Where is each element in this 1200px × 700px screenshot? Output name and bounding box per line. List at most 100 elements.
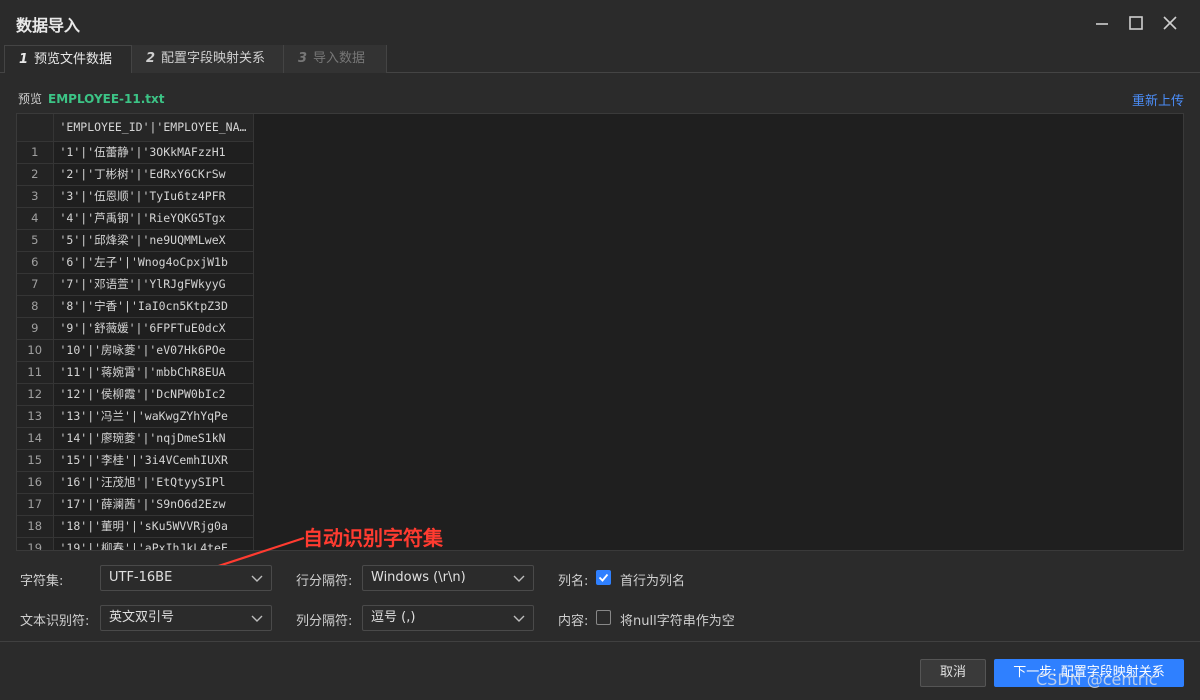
row-cell[interactable]: '9'|'舒薇媛'|'6FPFTuE0dcX xyxy=(52,317,254,340)
null-as-empty-checkbox[interactable] xyxy=(596,610,611,625)
row-cell[interactable]: '10'|'房咏菱'|'eV07Hk6POe xyxy=(52,339,254,362)
maximize-button[interactable] xyxy=(1123,10,1149,36)
table-row[interactable]: 12'12'|'侯柳霞'|'DcNPW0bIc2 xyxy=(17,383,254,406)
minimize-button[interactable] xyxy=(1089,10,1115,36)
row-cell[interactable]: '6'|'左子'|'Wnog4oCpxjW1b xyxy=(52,251,254,274)
preview-grid[interactable]: 'EMPLOYEE_ID'|'EMPLOYEE_NAME' 1'1'|'伍蕾静'… xyxy=(16,113,1184,551)
text-qualifier-value: 英文双引号 xyxy=(109,610,175,625)
table-row[interactable]: 9'9'|'舒薇媛'|'6FPFTuE0dcX xyxy=(17,317,254,340)
row-number: 2 xyxy=(17,163,53,186)
table-row[interactable]: 2'2'|'丁彬树'|'EdRxY6CKrSw xyxy=(17,163,254,186)
table-row[interactable]: 5'5'|'邱烽梁'|'ne9UQMMLweX xyxy=(17,229,254,252)
table-row[interactable]: 15'15'|'李桂'|'3i4VCemhIUXR xyxy=(17,449,254,472)
content-label: 内容: xyxy=(558,614,589,629)
cancel-button[interactable]: 取消 xyxy=(920,659,986,687)
charset-label: 字符集: xyxy=(20,574,64,589)
row-number: 7 xyxy=(17,273,53,296)
row-cell[interactable]: '3'|'伍恩顺'|'TyIu6tz4PFR xyxy=(52,185,254,208)
preview-row: 预览 EMPLOYEE-11.txt 重新上传 xyxy=(18,90,1184,109)
import-options: 字符集: UTF-16BE 行分隔符: Windows (\r\n) 列名: 首… xyxy=(0,556,1200,640)
first-row-header-checkbox[interactable] xyxy=(596,570,611,585)
row-number: 10 xyxy=(17,339,53,362)
table-row[interactable]: 17'17'|'薛澜茜'|'S9nO6d2Ezw xyxy=(17,493,254,516)
column-separator-select[interactable]: 逗号 (,) xyxy=(362,605,534,631)
rownum-header xyxy=(17,114,53,142)
row-cell[interactable]: '16'|'汪茂旭'|'EtQtyySIPl xyxy=(52,471,254,494)
table-row[interactable]: 6'6'|'左子'|'Wnog4oCpxjW1b xyxy=(17,251,254,274)
charset-select[interactable]: UTF-16BE xyxy=(100,565,272,591)
column-separator-label: 列分隔符: xyxy=(296,614,353,629)
row-number: 19 xyxy=(17,537,53,550)
dialog-footer: 取消 下一步: 配置字段映射关系 xyxy=(0,641,1200,700)
row-cell[interactable]: '2'|'丁彬树'|'EdRxY6CKrSw xyxy=(52,163,254,186)
row-separator-value: Windows (\r\n) xyxy=(371,570,466,585)
row-number: 16 xyxy=(17,471,53,494)
row-number: 12 xyxy=(17,383,53,406)
row-cell[interactable]: '14'|'廖琬菱'|'nqjDmeS1kN xyxy=(52,427,254,450)
table-row[interactable]: 14'14'|'廖琬菱'|'nqjDmeS1kN xyxy=(17,427,254,450)
row-cell[interactable]: '7'|'邓语萱'|'YlRJgFWkyyG xyxy=(52,273,254,296)
table-header-row: 'EMPLOYEE_ID'|'EMPLOYEE_NAME' xyxy=(17,114,254,142)
row-cell[interactable]: '13'|'冯兰'|'waKwgZYhYqPe xyxy=(52,405,254,428)
title-bar: 数据导入 xyxy=(0,0,1200,46)
table-row[interactable]: 1'1'|'伍蕾静'|'3OKkMAFzzH1 xyxy=(17,141,254,164)
reupload-link[interactable]: 重新上传 xyxy=(1132,90,1184,109)
column-name-label: 列名: xyxy=(558,574,589,589)
row-cell[interactable]: '8'|'宁香'|'IaI0cn5KtpZ3D xyxy=(52,295,254,318)
row-number: 13 xyxy=(17,405,53,428)
row-cell[interactable]: '1'|'伍蕾静'|'3OKkMAFzzH1 xyxy=(52,141,254,164)
tab-number: 2 xyxy=(146,51,156,66)
row-cell[interactable]: '17'|'薛澜茜'|'S9nO6d2Ezw xyxy=(52,493,254,516)
preview-filename: EMPLOYEE-11.txt xyxy=(48,92,165,106)
column-separator-value: 逗号 (,) xyxy=(371,610,416,625)
watermark: CSDN @centric xyxy=(1036,670,1158,689)
tab-field-mapping[interactable]: 2 配置字段映射关系 xyxy=(132,45,284,73)
tab-label: 预览文件数据 xyxy=(34,52,113,67)
row-separator-label: 行分隔符: xyxy=(296,574,353,589)
row-cell[interactable]: '4'|'芦禹钢'|'RieYQKG5Tgx xyxy=(52,207,254,230)
chevron-down-icon xyxy=(251,575,263,582)
tab-preview-file[interactable]: 1 预览文件数据 xyxy=(4,45,132,73)
chevron-down-icon xyxy=(251,615,263,622)
row-number: 18 xyxy=(17,515,53,538)
minimize-icon xyxy=(1096,23,1108,25)
chevron-down-icon xyxy=(513,615,525,622)
row-number: 6 xyxy=(17,251,53,274)
table-row[interactable]: 3'3'|'伍恩顺'|'TyIu6tz4PFR xyxy=(17,185,254,208)
close-button[interactable] xyxy=(1157,10,1183,36)
table-row[interactable]: 16'16'|'汪茂旭'|'EtQtyySIPl xyxy=(17,471,254,494)
text-qualifier-select[interactable]: 英文双引号 xyxy=(100,605,272,631)
step-tabs: 1 预览文件数据 2 配置字段映射关系 3 导入数据 xyxy=(0,45,1200,73)
row-number: 9 xyxy=(17,317,53,340)
row-number: 4 xyxy=(17,207,53,230)
table-row[interactable]: 8'8'|'宁香'|'IaI0cn5KtpZ3D xyxy=(17,295,254,318)
table-row[interactable]: 4'4'|'芦禹钢'|'RieYQKG5Tgx xyxy=(17,207,254,230)
row-cell[interactable]: '11'|'蒋婉霄'|'mbbChR8EUA xyxy=(52,361,254,384)
maximize-icon xyxy=(1129,16,1143,30)
annotation-text: 自动识别字符集 xyxy=(303,526,443,550)
first-row-header-text[interactable]: 首行为列名 xyxy=(620,570,685,589)
row-cell[interactable]: '15'|'李桂'|'3i4VCemhIUXR xyxy=(52,449,254,472)
row-cell[interactable]: '5'|'邱烽梁'|'ne9UQMMLweX xyxy=(52,229,254,252)
tab-number: 1 xyxy=(19,52,29,67)
column-header[interactable]: 'EMPLOYEE_ID'|'EMPLOYEE_NAME' xyxy=(52,114,254,142)
charset-value: UTF-16BE xyxy=(109,570,173,585)
table-row[interactable]: 10'10'|'房咏菱'|'eV07Hk6POe xyxy=(17,339,254,362)
check-icon xyxy=(598,573,609,582)
row-cell[interactable]: '12'|'侯柳霞'|'DcNPW0bIc2 xyxy=(52,383,254,406)
table-row[interactable]: 13'13'|'冯兰'|'waKwgZYhYqPe xyxy=(17,405,254,428)
row-number: 3 xyxy=(17,185,53,208)
table-row[interactable]: 11'11'|'蒋婉霄'|'mbbChR8EUA xyxy=(17,361,254,384)
row-number: 17 xyxy=(17,493,53,516)
null-as-empty-text[interactable]: 将null字符串作为空 xyxy=(620,610,735,629)
chevron-down-icon xyxy=(513,575,525,582)
close-icon xyxy=(1163,16,1177,30)
row-separator-select[interactable]: Windows (\r\n) xyxy=(362,565,534,591)
row-number: 11 xyxy=(17,361,53,384)
row-number: 15 xyxy=(17,449,53,472)
tab-label: 配置字段映射关系 xyxy=(161,51,266,66)
tab-number: 3 xyxy=(298,51,308,66)
tab-import-data: 3 导入数据 xyxy=(284,45,387,73)
table-row[interactable]: 7'7'|'邓语萱'|'YlRJgFWkyyG xyxy=(17,273,254,296)
row-number: 8 xyxy=(17,295,53,318)
